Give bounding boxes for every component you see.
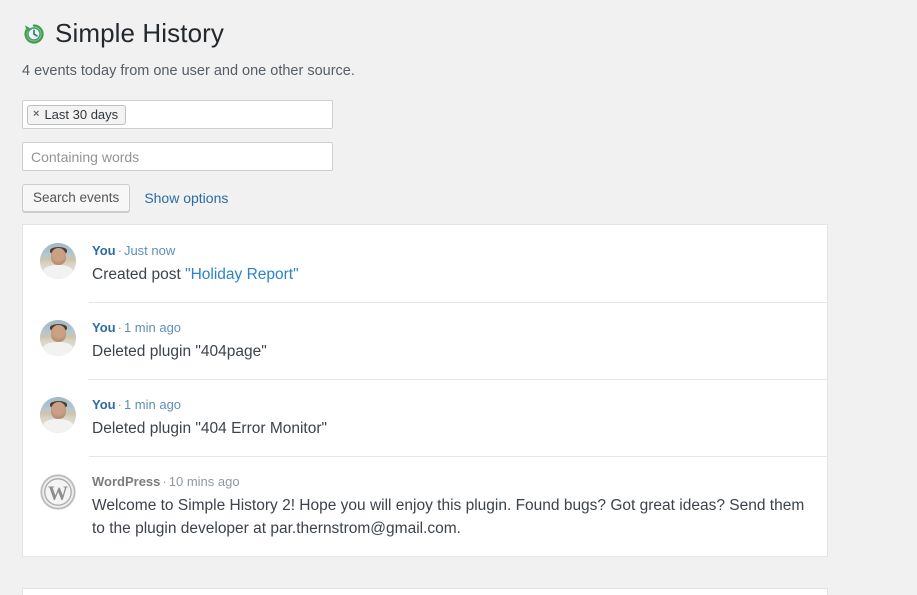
- event-description: Deleted plugin "404page": [92, 340, 811, 363]
- wordpress-logo-avatar: W: [40, 474, 76, 510]
- event-text-before: Deleted plugin "404 Error Monitor": [92, 420, 328, 437]
- filter-actions: Search events Show options: [22, 184, 917, 212]
- page-title: Simple History: [22, 18, 917, 48]
- user-photo-avatar: [40, 397, 76, 433]
- meta-separator: ·: [117, 320, 122, 335]
- event-body: WordPress · 10 mins ago Welcome to Simple …: [92, 472, 811, 540]
- simple-history-page: Simple History 4 events today from one u…: [0, 0, 917, 595]
- event-body: You · 1 min ago Deleted plugin "404 Error …: [92, 395, 811, 440]
- event-row[interactable]: You · 1 min ago Deleted plugin "404page": [23, 302, 827, 379]
- event-meta: You · 1 min ago: [92, 319, 811, 336]
- event-description: Welcome to Simple History 2! Hope you wi…: [92, 494, 811, 540]
- event-timestamp: Just now: [123, 243, 176, 258]
- events-list: You · Just now Created post "Holiday Repor…: [22, 224, 828, 557]
- event-initiator[interactable]: You: [92, 320, 116, 335]
- filters-panel: × Last 30 days Search events Show option…: [0, 100, 917, 212]
- search-events-button[interactable]: Search events: [22, 184, 131, 212]
- show-options-link[interactable]: Show options: [144, 190, 228, 206]
- events-list-continued: [22, 588, 828, 595]
- event-row[interactable]: You · Just now Created post "Holiday Repor…: [23, 225, 827, 302]
- event-initiator[interactable]: You: [92, 397, 116, 412]
- event-meta: You · 1 min ago: [92, 396, 811, 413]
- event-object-link[interactable]: "Holiday Report": [185, 266, 299, 283]
- event-timestamp: 10 mins ago: [168, 474, 240, 489]
- close-icon[interactable]: ×: [33, 109, 39, 120]
- date-range-field[interactable]: × Last 30 days: [22, 100, 333, 129]
- meta-separator: ·: [162, 474, 167, 489]
- list-divider: [23, 556, 827, 557]
- event-initiator[interactable]: You: [92, 243, 116, 258]
- event-description: Created post "Holiday Report": [92, 263, 811, 286]
- svg-text:W: W: [48, 482, 68, 504]
- event-timestamp: 1 min ago: [123, 397, 182, 412]
- meta-separator: ·: [117, 397, 122, 412]
- event-initiator[interactable]: WordPress: [92, 474, 160, 489]
- search-input[interactable]: [22, 142, 333, 171]
- event-meta: WordPress · 10 mins ago: [92, 473, 811, 490]
- page-title-text: Simple History: [55, 18, 224, 48]
- history-clock-icon: [22, 22, 46, 46]
- event-row[interactable]: W WordPress · 10 mins ago Welcome to Simpl…: [23, 456, 827, 556]
- user-photo-avatar: [40, 243, 76, 279]
- event-row[interactable]: You · 1 min ago Deleted plugin "404 Error …: [23, 379, 827, 456]
- event-timestamp: 1 min ago: [123, 320, 182, 335]
- events-summary-text: 4 events today from one user and one oth…: [22, 63, 355, 79]
- date-range-token[interactable]: × Last 30 days: [27, 104, 127, 125]
- event-text-before: Created post: [92, 266, 186, 283]
- meta-separator: ·: [117, 243, 122, 258]
- event-description: Deleted plugin "404 Error Monitor": [92, 417, 811, 440]
- event-body: You · Just now Created post "Holiday Repor…: [92, 241, 811, 286]
- user-photo-avatar: [40, 320, 76, 356]
- event-text-before: Deleted plugin "404page": [92, 343, 267, 360]
- event-body: You · 1 min ago Deleted plugin "404page": [92, 318, 811, 363]
- date-range-token-label: Last 30 days: [44, 106, 119, 122]
- event-text-before: Welcome to Simple History 2! Hope you wi…: [92, 497, 805, 537]
- page-header: Simple History 4 events today from one u…: [0, 0, 917, 80]
- event-meta: You · Just now: [92, 242, 811, 259]
